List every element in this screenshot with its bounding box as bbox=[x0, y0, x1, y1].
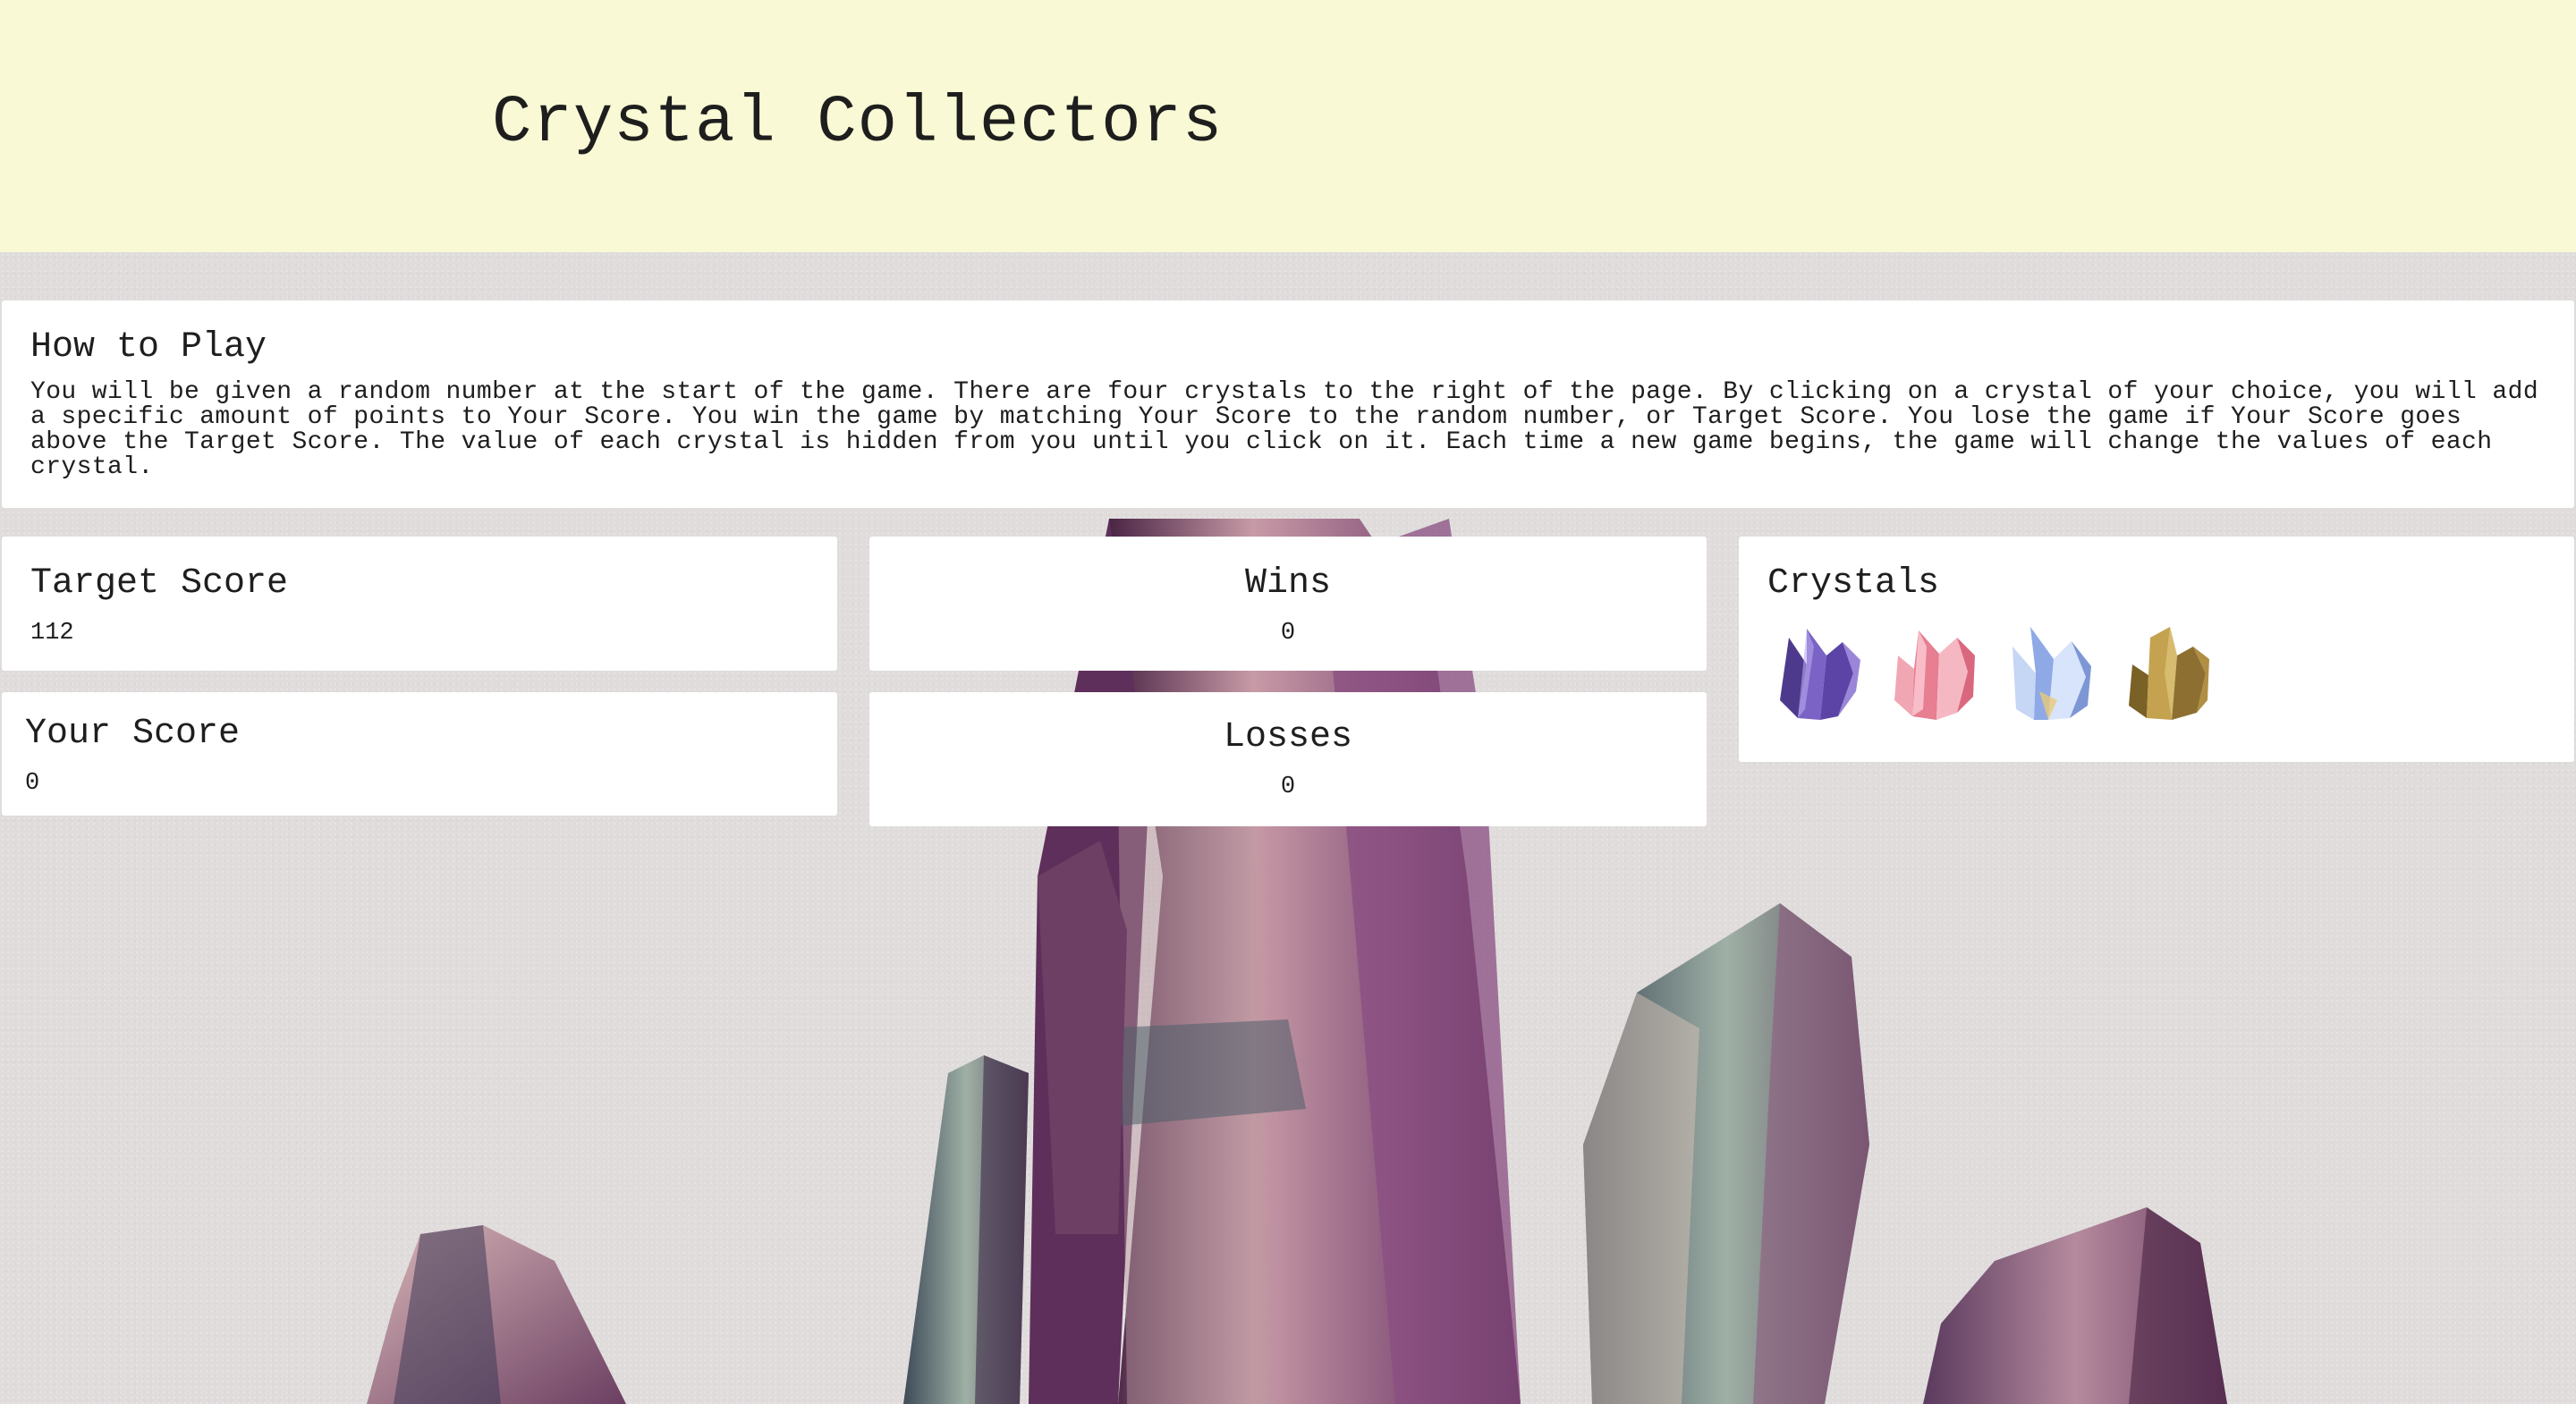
app-header: Crystal Collectors bbox=[0, 0, 2576, 252]
gold-crystal-icon bbox=[2129, 627, 2209, 720]
how-to-play-panel: How to Play You will be given a random n… bbox=[2, 300, 2574, 508]
target-score-heading: Target Score bbox=[30, 563, 289, 604]
blue-crystal-icon bbox=[2012, 627, 2091, 720]
how-to-play-text: You will be given a random number at the… bbox=[30, 378, 2539, 481]
wins-heading: Wins bbox=[1244, 563, 1331, 604]
crystals-heading: Crystals bbox=[1767, 563, 1940, 604]
crystal-buttons bbox=[1771, 620, 2546, 727]
wins-panel: Wins 0 bbox=[869, 537, 1707, 671]
blue-crystal-button[interactable] bbox=[2004, 620, 2100, 727]
gold-crystal-button[interactable] bbox=[2120, 620, 2216, 727]
your-score-value: 0 bbox=[25, 770, 40, 797]
your-score-panel: Your Score 0 bbox=[2, 692, 837, 816]
how-to-play-heading: How to Play bbox=[30, 327, 267, 368]
wins-value: 0 bbox=[1280, 620, 1296, 647]
purple-crystal-button[interactable] bbox=[1771, 620, 1868, 727]
pink-crystal-button[interactable] bbox=[1887, 620, 1984, 727]
pink-crystal-icon bbox=[1894, 630, 1975, 720]
your-score-heading: Your Score bbox=[25, 714, 241, 754]
purple-crystal-icon bbox=[1780, 629, 1860, 720]
target-score-panel: Target Score 112 bbox=[2, 537, 837, 671]
losses-value: 0 bbox=[1280, 774, 1296, 800]
page-title: Crystal Collectors bbox=[492, 86, 1224, 161]
crystals-panel: Crystals bbox=[1739, 537, 2574, 762]
target-score-value: 112 bbox=[30, 620, 74, 647]
losses-heading: Losses bbox=[1223, 717, 1353, 757]
losses-panel: Losses 0 bbox=[869, 692, 1707, 826]
